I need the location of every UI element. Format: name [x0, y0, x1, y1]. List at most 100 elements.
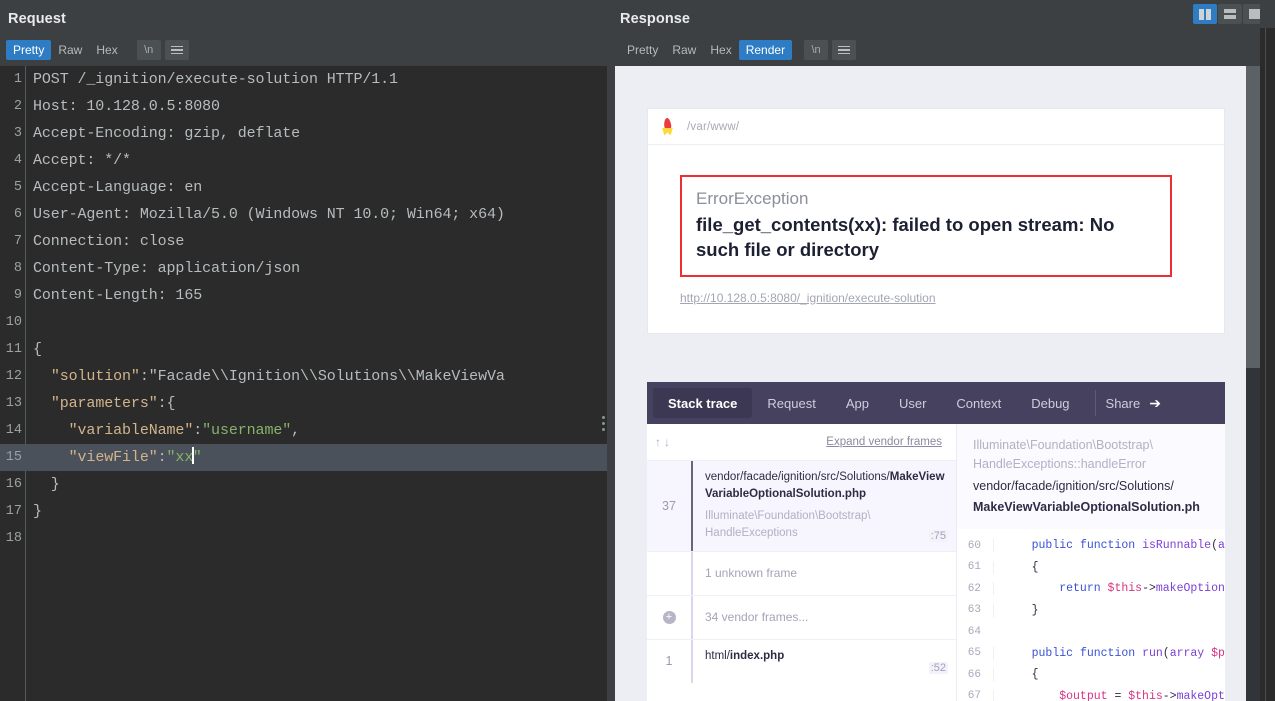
request-tab-pretty[interactable]: Pretty	[6, 40, 52, 60]
request-line[interactable]: 7 Connection: close	[0, 228, 607, 255]
request-line[interactable]: 5 Accept-Language: en	[0, 174, 607, 201]
request-line-text: Content-Type: application/json	[33, 260, 301, 277]
request-line[interactable]: 4 Accept: */*	[0, 147, 607, 174]
response-scrollbar[interactable]	[1246, 66, 1260, 701]
code-line-number: 62	[967, 582, 981, 595]
request-line-text: }	[33, 503, 42, 520]
request-line-text: "variableName":"username",	[68, 422, 301, 439]
trace-tab-debug[interactable]: Debug	[1016, 388, 1084, 418]
view-mode-split-horizontal-button[interactable]	[1218, 4, 1242, 24]
request-line[interactable]: 2 Host: 10.128.0.5:8080	[0, 93, 607, 120]
request-tab-hex[interactable]: Hex	[89, 40, 124, 60]
request-line-text: Accept: */*	[33, 152, 131, 169]
request-newline-button[interactable]: \n	[136, 40, 161, 60]
trace-frame-row[interactable]: +34 vendor frames...	[647, 594, 956, 639]
split-horizontal-icon	[1224, 9, 1236, 19]
hamburger-icon	[170, 45, 183, 55]
burp-suite-window: Request Pretty Raw Hex \n 1 POST /_igniti…	[0, 0, 1275, 701]
trace-frame-number: 1	[665, 654, 673, 669]
view-mode-buttons	[1193, 4, 1267, 24]
request-line-number: 1	[13, 72, 22, 87]
code-line-text: $output = $this->makeOptional(	[993, 689, 1225, 701]
trace-frame-line-number: :75	[928, 529, 948, 542]
code-line-text: public function isRunnable(array $	[993, 539, 1225, 553]
request-line[interactable]: 6 User-Agent: Mozilla/5.0 (Windows NT 10.…	[0, 201, 607, 228]
request-editor[interactable]: 1 POST /_ignition/execute-solution HTTP/1…	[0, 66, 607, 701]
response-menu-button[interactable]	[832, 40, 857, 60]
request-line[interactable]: 16 }	[0, 471, 607, 498]
response-tab-pretty[interactable]: Pretty	[620, 40, 665, 60]
trace-frame-row[interactable]: 1 html/index.php:52	[647, 638, 956, 683]
trace-tab-stack-trace[interactable]: Stack trace	[653, 388, 753, 418]
error-box: ErrorException file_get_contents(xx): fa…	[680, 175, 1172, 277]
request-line-text: Connection: close	[33, 233, 185, 250]
code-header-class-line1: Illuminate\Foundation\Bootstrap\	[973, 438, 1153, 452]
panel-separator[interactable]	[607, 66, 615, 701]
trace-frame-filename: MakeViewVariableOptionalSolution.php	[705, 471, 945, 500]
request-tab-raw[interactable]: Raw	[51, 40, 89, 60]
request-line[interactable]: 17}	[0, 498, 607, 525]
trace-frame-row[interactable]: 1 unknown frame	[647, 550, 956, 595]
request-line[interactable]: 1 POST /_ignition/execute-solution HTTP/1…	[0, 66, 607, 93]
request-line[interactable]: 15 "viewFile":"xx"	[0, 444, 607, 471]
expand-vendor-frames-link[interactable]: Expand vendor frames	[826, 436, 942, 448]
view-mode-split-vertical-button[interactable]	[1193, 4, 1217, 24]
window-right-edge-top	[1260, 0, 1275, 28]
frame-nav-arrows[interactable]: ↑ ↓	[655, 435, 670, 449]
request-line[interactable]: 11 {	[0, 336, 607, 363]
response-render-view: /var/www/ ErrorException file_get_conten…	[615, 66, 1260, 701]
code-preview-row: 65 public function run(array $paramet	[957, 643, 1225, 665]
request-line-text: POST /_ignition/execute-solution HTTP/1.…	[33, 71, 398, 88]
request-line[interactable]: 13 "parameters":{	[0, 390, 607, 417]
request-line-number: 17	[5, 504, 22, 519]
share-button[interactable]: Share ➔	[1106, 395, 1161, 412]
frame-down-arrow-icon[interactable]: ↓	[664, 435, 670, 449]
request-line[interactable]: 8 Content-Type: application/json	[0, 255, 607, 282]
trace-tab-app[interactable]: App	[831, 388, 884, 418]
request-line-number: 15	[5, 450, 22, 465]
share-arrow-icon: ➔	[1149, 394, 1161, 411]
code-preview-row: 62 return $this->makeOptional($th	[957, 578, 1225, 600]
request-line[interactable]: 3 Accept-Encoding: gzip, deflate	[0, 120, 607, 147]
response-tab-raw[interactable]: Raw	[665, 40, 703, 60]
request-line-number: 11	[5, 342, 22, 357]
code-line-text: }	[993, 603, 1039, 617]
code-header-filename: MakeViewVariableOptionalSolution.ph	[973, 500, 1200, 515]
request-line-number: 14	[5, 423, 22, 438]
frame-up-arrow-icon[interactable]: ↑	[655, 435, 661, 449]
request-line-text: {	[33, 341, 42, 358]
code-line-number: 63	[967, 604, 981, 617]
trace-frame-list-header: ↑ ↓ Expand vendor frames	[647, 424, 956, 460]
request-line[interactable]: 12 "solution":"Facade\\Ignition\\Solutio…	[0, 363, 607, 390]
trace-frame-class-line1: Illuminate\Foundation\Bootstrap\	[705, 510, 871, 523]
code-line-number: 60	[967, 539, 981, 552]
trace-tab-user[interactable]: User	[884, 388, 941, 418]
response-tab-hex[interactable]: Hex	[703, 40, 738, 60]
code-preview-row: 67 $output = $this->makeOptional(	[957, 686, 1225, 701]
request-line-text: Host: 10.128.0.5:8080	[33, 98, 220, 115]
request-line[interactable]: 18	[0, 525, 607, 552]
code-preview-row: 63 }	[957, 600, 1225, 622]
trace-frame-row[interactable]: 37 vendor/facade/ignition/src/Solutions/M…	[647, 460, 956, 551]
request-line-text: "viewFile":"xx"	[68, 447, 202, 466]
response-tab-render[interactable]: Render	[738, 40, 793, 60]
plus-circle-icon[interactable]: +	[662, 610, 676, 624]
request-line-number: 16	[5, 477, 22, 492]
request-view-tabs: Pretty Raw Hex	[6, 40, 125, 60]
request-line-number: 6	[13, 207, 22, 222]
trace-tab-context[interactable]: Context	[941, 388, 1016, 418]
ignition-error-body: ErrorException file_get_contents(xx): fa…	[648, 145, 1224, 333]
request-line[interactable]: 9 Content-Length: 165	[0, 282, 607, 309]
request-menu-button[interactable]	[164, 40, 189, 60]
request-line[interactable]: 10	[0, 309, 607, 336]
code-line-number: 61	[967, 561, 981, 574]
response-newline-button[interactable]: \n	[804, 40, 829, 60]
request-line[interactable]: 14 "variableName":"username",	[0, 417, 607, 444]
request-pane-drag-handle[interactable]	[602, 416, 605, 431]
trace-frame-path: html/index.php	[705, 649, 785, 662]
request-line-number: 7	[13, 234, 22, 249]
trace-tab-request[interactable]: Request	[752, 388, 830, 418]
trace-frame-label: 34 vendor frames...	[705, 610, 809, 625]
request-url-link[interactable]: http://10.128.0.5:8080/_ignition/execute…	[680, 291, 936, 305]
response-scrollbar-thumb[interactable]	[1246, 66, 1260, 368]
